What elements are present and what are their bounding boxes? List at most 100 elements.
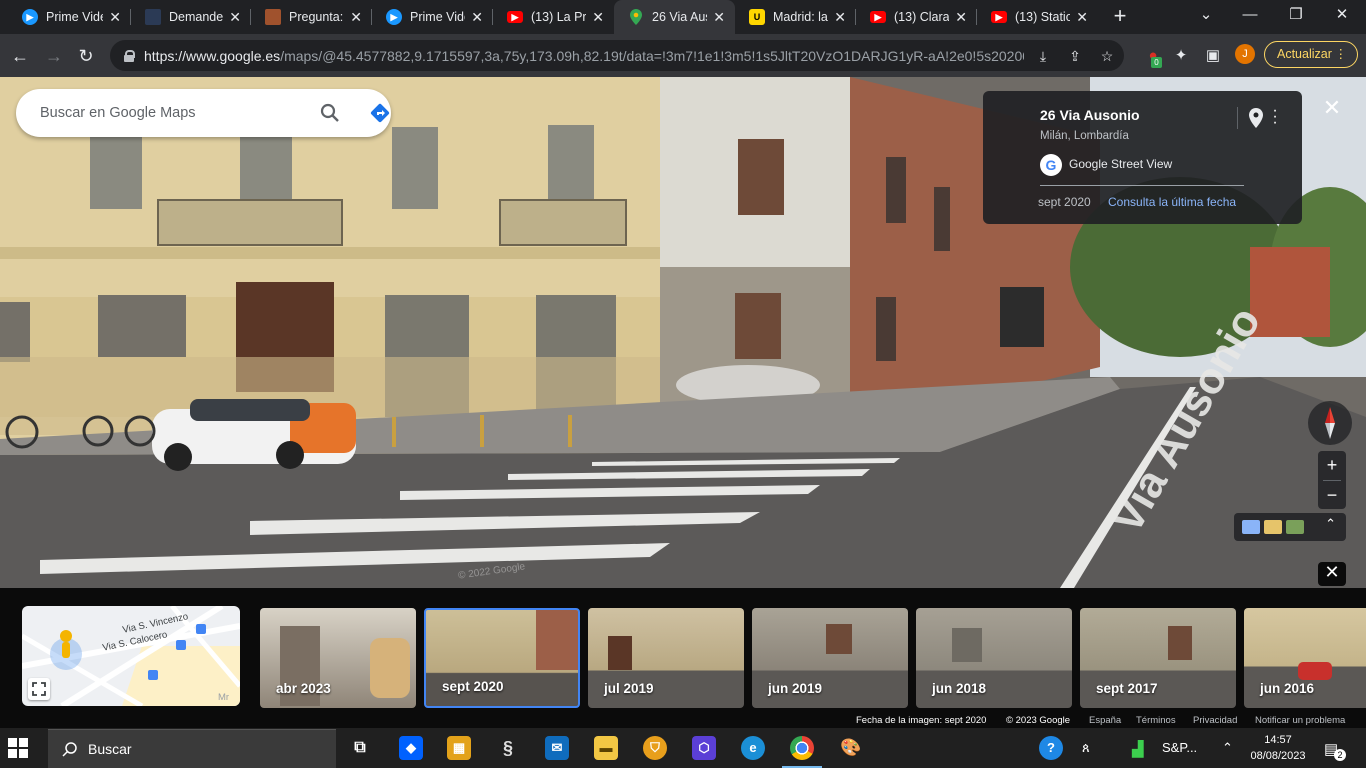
chrome-icon[interactable] — [790, 736, 814, 760]
close-tab-icon[interactable]: ✕ — [592, 9, 604, 26]
browser-tab[interactable]: ▶ (13) Clara ✕ — [856, 0, 977, 34]
back-button[interactable]: ← — [6, 42, 34, 70]
windows-start-icon[interactable] — [8, 738, 28, 758]
profile-avatar[interactable]: J — [1235, 44, 1255, 64]
google-maps-icon — [628, 9, 644, 25]
forward-button[interactable]: → — [40, 42, 68, 70]
microsoft-store-icon[interactable]: ▦ — [447, 736, 471, 760]
file-explorer-icon[interactable]: ▬ — [594, 736, 618, 760]
bookmark-star-icon[interactable]: ☆ — [1097, 46, 1117, 66]
people-icon[interactable]: ጰ — [1082, 740, 1090, 756]
location-title: 26 Via Ausonio — [1040, 107, 1140, 123]
thumbnail-date: abr 2023 — [276, 681, 331, 696]
zoom-out-button[interactable]: − — [1318, 481, 1346, 510]
report-problem-link[interactable]: Notificar un problema — [1255, 715, 1345, 726]
extensions-puzzle-icon[interactable]: ✦ — [1170, 45, 1192, 67]
close-tab-icon[interactable]: ✕ — [471, 9, 483, 26]
paint-icon[interactable]: 🎨 — [839, 736, 863, 760]
dropbox-icon[interactable]: ◆ — [399, 736, 423, 760]
map-layer-icon — [1264, 520, 1282, 534]
search-icon[interactable] — [318, 101, 342, 125]
country-link[interactable]: España — [1089, 715, 1121, 726]
timeline-thumbnail[interactable]: jun 2019 — [752, 608, 908, 708]
timeline-thumbnail[interactable]: jun 2018 — [916, 608, 1072, 708]
close-street-view-icon[interactable]: ✕ — [1318, 95, 1346, 123]
close-tab-icon[interactable]: ✕ — [229, 9, 241, 26]
new-tab-button[interactable]: + — [1108, 4, 1132, 28]
tab-search-icon[interactable]: ⌄ — [1184, 0, 1228, 34]
google-g-icon: G — [1040, 154, 1062, 176]
close-window-button[interactable]: ✕ — [1320, 0, 1364, 34]
expand-map-icon[interactable] — [28, 678, 50, 700]
close-tab-icon[interactable]: ✕ — [350, 9, 362, 26]
edge-icon[interactable]: e — [741, 736, 765, 760]
taskbar-search-box[interactable]: Buscar — [48, 729, 336, 768]
search-icon — [62, 742, 77, 757]
chevron-up-icon: ⌃ — [1325, 516, 1336, 531]
vpn-shield-icon[interactable]: ⛉ — [643, 736, 667, 760]
restore-button[interactable]: ❐ — [1274, 0, 1318, 34]
location-pin-icon[interactable] — [1249, 108, 1263, 128]
mini-map[interactable]: Via S. Vincenzo Via S. Calocero Mr — [22, 606, 240, 706]
browser-tab[interactable]: Demander ✕ — [131, 0, 251, 34]
app-s-icon[interactable]: § — [496, 736, 520, 760]
prime-video-icon: ▶ — [386, 9, 402, 25]
stock-chart-icon[interactable]: ▟ — [1132, 740, 1144, 758]
close-tab-icon[interactable]: ✕ — [955, 9, 967, 26]
generic-site-icon — [145, 9, 161, 25]
task-view-icon[interactable]: ⧉ — [348, 736, 372, 760]
browser-tab[interactable]: ▶ Prime Vide ✕ — [8, 0, 131, 34]
timeline-thumbnail[interactable]: abr 2023 — [260, 608, 416, 708]
thumbnail-date: jun 2018 — [932, 681, 987, 696]
browser-tab[interactable]: ▶ Prime Vide ✕ — [372, 0, 493, 34]
directions-icon[interactable] — [368, 101, 392, 125]
close-tab-icon[interactable]: ✕ — [834, 9, 846, 26]
search-input[interactable] — [40, 103, 290, 123]
thumbnail-date: sept 2017 — [1096, 681, 1158, 696]
browser-tab[interactable]: U Madrid: la ✕ — [735, 0, 856, 34]
browser-tab-active[interactable]: 26 Via Aus ✕ — [614, 0, 735, 34]
prime-video-icon: ▶ — [22, 9, 38, 25]
browser-tab[interactable]: ▶ (13) La Pro ✕ — [493, 0, 614, 34]
zoom-control: + − — [1318, 451, 1346, 509]
tab-label: (13) Clara — [894, 10, 950, 24]
compass-icon[interactable] — [1308, 401, 1352, 445]
zoom-in-button[interactable]: + — [1318, 451, 1346, 480]
mail-icon[interactable]: ✉ — [545, 736, 569, 760]
timeline-thumbnail[interactable]: jul 2019 — [588, 608, 744, 708]
share-icon[interactable]: ⇪ — [1065, 46, 1085, 66]
timeline-thumbnail[interactable]: sept 2017 — [1080, 608, 1236, 708]
tab-label: 26 Via Aus — [652, 10, 708, 24]
tab-label: Prime Vide — [410, 10, 466, 24]
timeline-thumbnail-selected[interactable]: sept 2020 — [424, 608, 580, 708]
privacy-link[interactable]: Privacidad — [1193, 715, 1237, 726]
minimize-button[interactable]: — — [1228, 0, 1272, 34]
terms-link[interactable]: Términos — [1136, 715, 1176, 726]
copilot-app-icon[interactable]: ⬡ — [692, 736, 716, 760]
chevron-up-icon[interactable]: ⌃ — [1222, 740, 1233, 756]
close-timeline-icon[interactable]: ✕ — [1318, 562, 1346, 586]
more-options-icon[interactable]: · · · — [1271, 103, 1279, 131]
maps-search-box — [16, 89, 391, 137]
browser-tab[interactable]: Pregunta: ✕ — [251, 0, 372, 34]
latest-date-link[interactable]: Consulta la última fecha — [1108, 195, 1236, 209]
system-clock[interactable]: 14:57 08/08/2023 — [1248, 732, 1308, 764]
layers-toggle[interactable]: ⌃ — [1234, 513, 1346, 541]
u-site-icon: U — [749, 9, 765, 25]
forum-icon — [265, 9, 281, 25]
lock-icon[interactable] — [124, 49, 135, 62]
reload-button[interactable]: ↻ — [72, 42, 100, 70]
close-tab-icon[interactable]: ✕ — [713, 9, 725, 26]
tab-label: Prime Vide — [46, 10, 104, 24]
tab-label: (13) Station — [1015, 10, 1071, 24]
address-bar[interactable]: https://www.google.es/maps/@45.4577882,9… — [110, 40, 1124, 71]
close-tab-icon[interactable]: ✕ — [109, 9, 121, 26]
side-panel-icon[interactable]: ▣ — [1202, 45, 1224, 67]
help-icon[interactable]: ? — [1039, 736, 1063, 760]
stock-widget-label[interactable]: S&P... — [1162, 740, 1197, 755]
browser-tab[interactable]: ▶ (13) Station ✕ — [977, 0, 1098, 34]
close-tab-icon[interactable]: ✕ — [1076, 9, 1088, 26]
timeline-thumbnail[interactable]: jun 2016 — [1244, 608, 1366, 708]
install-app-icon[interactable]: ⤓ — [1033, 46, 1053, 66]
update-chrome-button[interactable]: Actualizar ⋮ — [1264, 41, 1358, 68]
